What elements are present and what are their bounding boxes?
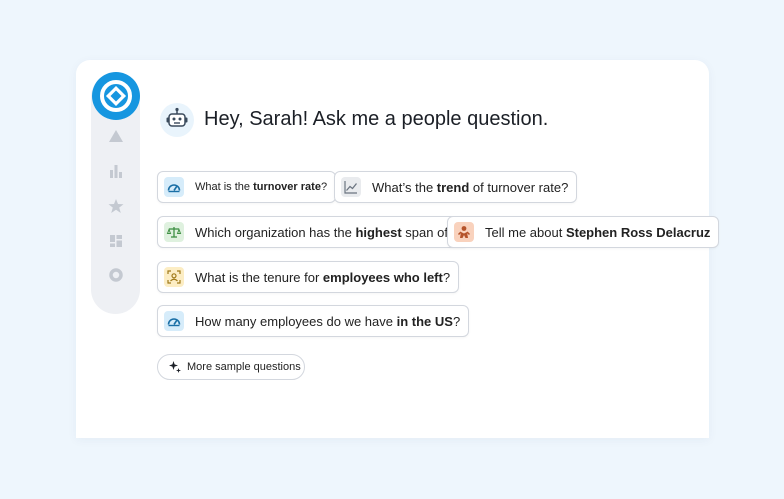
trend-icon bbox=[341, 177, 361, 197]
question-chip-person[interactable]: Tell me about Stephen Ross Delacruz bbox=[447, 216, 720, 248]
dashboard-icon[interactable] bbox=[108, 233, 124, 249]
more-sample-questions-label: More sample questions bbox=[187, 361, 301, 373]
person-icon bbox=[454, 222, 474, 242]
question-text: What is the turnover rate? bbox=[195, 181, 328, 193]
question-chip-tenure[interactable]: What is the tenure for employees who lef… bbox=[157, 261, 460, 293]
gauge-icon bbox=[164, 177, 184, 197]
robot-avatar-icon bbox=[160, 103, 194, 137]
star-icon[interactable] bbox=[108, 198, 124, 214]
face-scan-icon bbox=[164, 267, 184, 287]
question-text: How many employees do we have in the US? bbox=[195, 313, 461, 329]
question-chip-span-of-control[interactable]: Which organization has the highest span … bbox=[157, 216, 468, 248]
triangle-icon[interactable] bbox=[108, 128, 124, 144]
scale-icon bbox=[164, 222, 184, 242]
bar-chart-icon[interactable] bbox=[108, 163, 124, 179]
question-chip-employee-count[interactable]: How many employees do we have in the US? bbox=[157, 305, 470, 337]
question-text: What’s the trend of turnover rate? bbox=[372, 179, 569, 195]
gauge-icon bbox=[164, 311, 184, 331]
question-chip-turnover-rate[interactable]: What is the turnover rate? bbox=[157, 171, 337, 203]
question-text: Tell me about Stephen Ross Delacruz bbox=[485, 224, 711, 240]
question-chip-trend[interactable]: What’s the trend of turnover rate? bbox=[334, 171, 578, 203]
logo-icon[interactable] bbox=[92, 72, 140, 120]
sparkle-icon bbox=[169, 361, 181, 373]
greeting-heading: Hey, Sarah! Ask me a people question. bbox=[204, 108, 549, 130]
more-sample-questions-button[interactable]: More sample questions bbox=[157, 354, 305, 380]
question-text: What is the tenure for employees who lef… bbox=[195, 269, 451, 285]
circle-icon[interactable] bbox=[108, 267, 124, 283]
question-text: Which organization has the highest span … bbox=[195, 224, 459, 240]
